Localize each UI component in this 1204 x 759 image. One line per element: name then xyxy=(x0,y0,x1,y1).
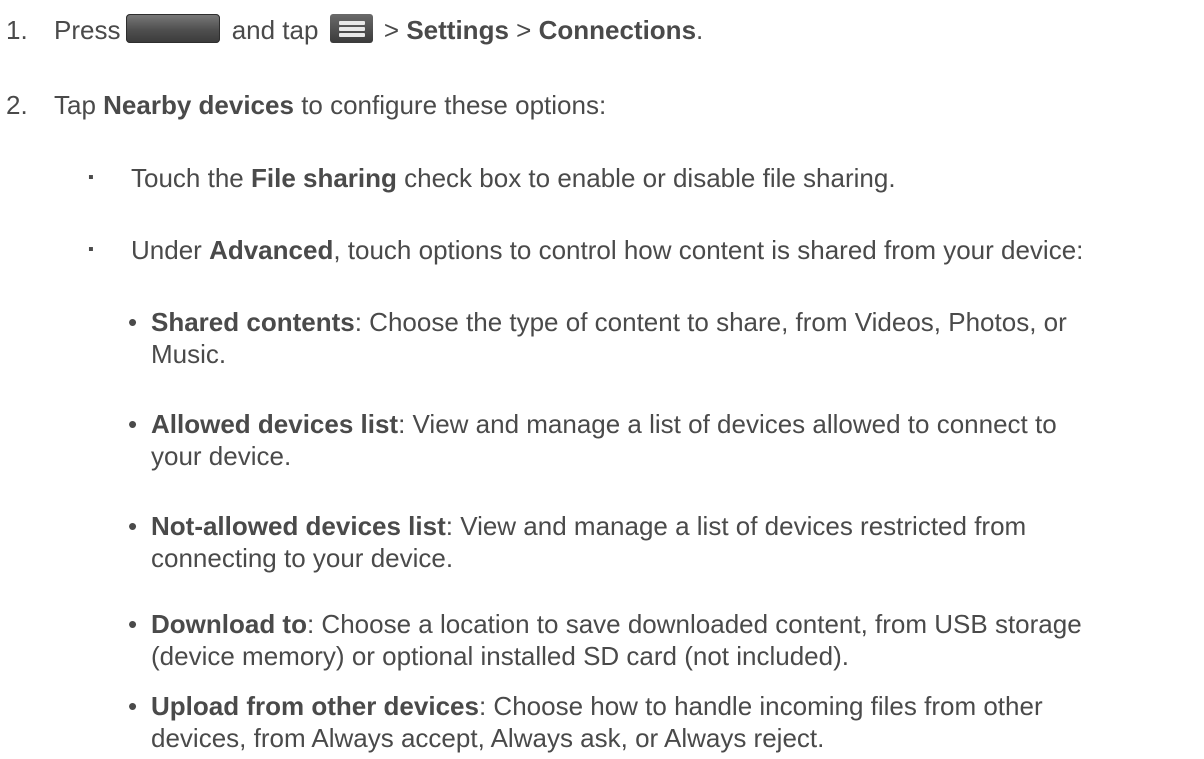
bullet-text: Under Advanced, touch options to control… xyxy=(131,234,1083,266)
bullet-text: Touch the File sharing check box to enab… xyxy=(131,162,896,194)
bullet-text-fragment: , touch options to control how content i… xyxy=(333,235,1084,265)
subitem-text: Not-allowed devices list: View and manag… xyxy=(151,510,1026,574)
home-key-icon xyxy=(126,14,221,43)
subitem-description: : Choose the type of content to share, f… xyxy=(354,307,1067,337)
dot-bullet-icon: • xyxy=(128,409,138,439)
step-text-fragment: to configure these options: xyxy=(301,90,607,120)
file-sharing-term: File sharing xyxy=(250,163,397,193)
step-text-fragment: Tap xyxy=(54,90,96,120)
subitem-text: Allowed devices list: View and manage a … xyxy=(151,408,1057,472)
subitem-description: (device memory) or optional installed SD… xyxy=(151,641,849,671)
subitem-description: : View and manage a list of devices allo… xyxy=(398,409,1057,439)
subitem-term: Not-allowed devices list xyxy=(151,511,446,541)
dot-bullet-icon: • xyxy=(128,609,138,639)
bullet-text-fragment: Under xyxy=(131,235,202,265)
step-text: Press and tap > Settings > Connections. xyxy=(54,14,703,46)
step-number: 2. xyxy=(6,90,28,120)
advanced-term: Advanced xyxy=(209,235,334,265)
step-text-fragment: . xyxy=(696,15,704,45)
dot-bullet-icon: • xyxy=(128,511,138,541)
subitem-description: Music. xyxy=(151,339,227,369)
subitem-description: : View and manage a list of devices rest… xyxy=(445,511,1027,541)
subitem-term: Upload from other devices xyxy=(151,691,479,721)
subitem-description: connecting to your device. xyxy=(151,543,454,573)
subitem-description: : Choose a location to save downloaded c… xyxy=(306,609,1082,639)
connections-term: Connections xyxy=(538,15,697,45)
subitem-text: Shared contents: Choose the type of cont… xyxy=(151,306,1067,370)
subitem-term: Shared contents xyxy=(151,307,355,337)
bullet-text-fragment: Touch the xyxy=(131,163,244,193)
square-bullet-icon: ▪ xyxy=(88,241,94,258)
subitem-text: Upload from other devices: Choose how to… xyxy=(151,690,1043,754)
step-text-fragment: > xyxy=(383,15,400,45)
subitem-description: devices, from Always accept, Always ask,… xyxy=(151,723,825,753)
subitem-description: your device. xyxy=(151,441,292,471)
square-bullet-icon: ▪ xyxy=(88,169,94,186)
subitem-description: : Choose how to handle incoming files fr… xyxy=(478,691,1043,721)
subitem-term: Allowed devices list xyxy=(151,409,399,439)
step-text: Tap Nearby devices to configure these op… xyxy=(54,89,606,121)
nearby-devices-term: Nearby devices xyxy=(103,90,294,120)
menu-key-icon xyxy=(329,14,373,43)
subitem-term: Download to xyxy=(151,609,307,639)
dot-bullet-icon: • xyxy=(128,307,138,337)
step-text-fragment: and tap xyxy=(231,15,319,45)
step-text-fragment: > xyxy=(516,15,532,45)
dot-bullet-icon: • xyxy=(128,691,138,721)
bullet-text-fragment: check box to enable or disable file shar… xyxy=(404,163,896,193)
step-text-fragment: Press xyxy=(54,15,121,45)
subitem-text: Download to: Choose a location to save d… xyxy=(151,608,1082,672)
step-number: 1. xyxy=(6,15,28,45)
settings-term: Settings xyxy=(406,15,509,45)
